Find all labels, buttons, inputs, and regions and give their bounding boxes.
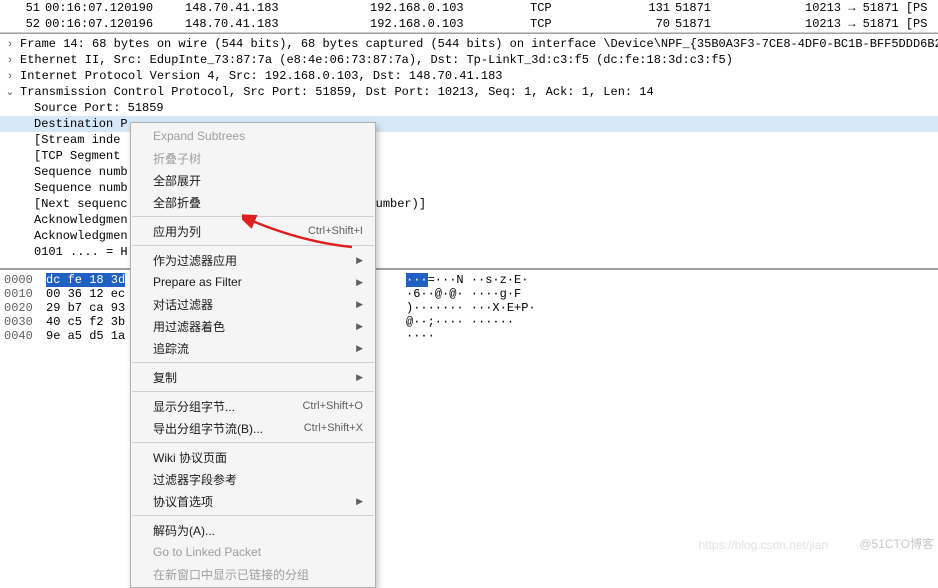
submenu-arrow-icon: ▶ [348,343,363,354]
menu-prepare-as-filter[interactable]: Prepare as Filter▶ [131,271,375,293]
col-info2: 10213 → 51871 [PSH, ACK] Seq=1 [805,1,928,15]
tree-tcp[interactable]: ⌄Transmission Control Protocol, Src Port… [0,84,938,100]
packet-row[interactable]: 51 00:16:07.120190 148.70.41.183 192.168… [0,0,938,16]
col-len: 131 [625,1,675,15]
col-src: 148.70.41.183 [185,1,370,15]
menu-separator [132,245,374,246]
menu-apply-as-filter[interactable]: 作为过滤器应用▶ [131,249,375,271]
menu-expand-all[interactable]: 全部展开 [131,169,375,191]
menu-separator [132,442,374,443]
source-port[interactable]: Source Port: 51859 [0,100,938,116]
chevron-down-icon[interactable]: ⌄ [4,85,16,101]
submenu-arrow-icon: ▶ [348,372,363,383]
menu-separator [132,515,374,516]
watermark: https://blog.csdn.net/jian [699,538,828,552]
menu-filter-field-ref[interactable]: 过滤器字段参考 [131,468,375,490]
col-src: 148.70.41.183 [185,17,370,31]
context-menu[interactable]: Expand Subtrees 折叠子树 全部展开 全部折叠 应用为列Ctrl+… [130,122,376,588]
submenu-arrow-icon: ▶ [348,277,363,288]
menu-separator [132,216,374,217]
menu-expand-subtrees: Expand Subtrees [131,125,375,147]
menu-colorize-with-filter[interactable]: 用过滤器着色▶ [131,315,375,337]
menu-wiki-protocol[interactable]: Wiki 协议页面 [131,446,375,468]
tree-ip[interactable]: ›Internet Protocol Version 4, Src: 192.1… [0,68,938,84]
col-dst: 192.168.0.103 [370,17,530,31]
menu-protocol-prefs[interactable]: 协议首选项▶ [131,490,375,512]
menu-collapse-all[interactable]: 全部折叠 [131,191,375,213]
menu-show-linked-new-window: 在新窗口中显示已链接的分组 [131,563,375,585]
menu-conversation-filter[interactable]: 对话过滤器▶ [131,293,375,315]
chevron-right-icon[interactable]: › [4,69,16,85]
watermark: @51CTO博客 [859,535,934,552]
submenu-arrow-icon: ▶ [348,299,363,310]
col-info: 51871 [675,17,805,31]
submenu-arrow-icon: ▶ [348,496,363,507]
menu-apply-as-column[interactable]: 应用为列Ctrl+Shift+I [131,220,375,242]
tree-frame[interactable]: ›Frame 14: 68 bytes on wire (544 bits), … [0,36,938,52]
menu-show-packet-bytes[interactable]: 显示分组字节...Ctrl+Shift+O [131,395,375,417]
col-time: 00:16:07.120190 [45,1,185,15]
menu-follow[interactable]: 追踪流▶ [131,337,375,359]
col-no: 51 [10,1,45,15]
menu-separator [132,362,374,363]
packet-row[interactable]: 52 00:16:07.120196 148.70.41.183 192.168… [0,16,938,32]
menu-export-packet-bytes[interactable]: 导出分组字节流(B)...Ctrl+Shift+X [131,417,375,439]
col-proto: TCP [530,17,625,31]
col-no: 52 [10,17,45,31]
col-proto: TCP [530,1,625,15]
submenu-arrow-icon: ▶ [348,321,363,332]
menu-separator [132,391,374,392]
menu-collapse-subtree: 折叠子树 [131,147,375,169]
chevron-right-icon[interactable]: › [4,53,16,69]
col-dst: 192.168.0.103 [370,1,530,15]
menu-decode-as[interactable]: 解码为(A)... [131,519,375,541]
col-info: 51871 [675,1,805,15]
col-info2: 10213 → 51871 [PSH, ACK] Seq=7 [805,17,928,31]
menu-go-to-linked: Go to Linked Packet [131,541,375,563]
tree-ethernet[interactable]: ›Ethernet II, Src: EdupInte_73:87:7a (e8… [0,52,938,68]
packet-list[interactable]: 51 00:16:07.120190 148.70.41.183 192.168… [0,0,938,33]
col-len: 70 [625,17,675,31]
chevron-right-icon[interactable]: › [4,37,16,53]
col-time: 00:16:07.120196 [45,17,185,31]
menu-copy[interactable]: 复制▶ [131,366,375,388]
submenu-arrow-icon: ▶ [348,255,363,266]
